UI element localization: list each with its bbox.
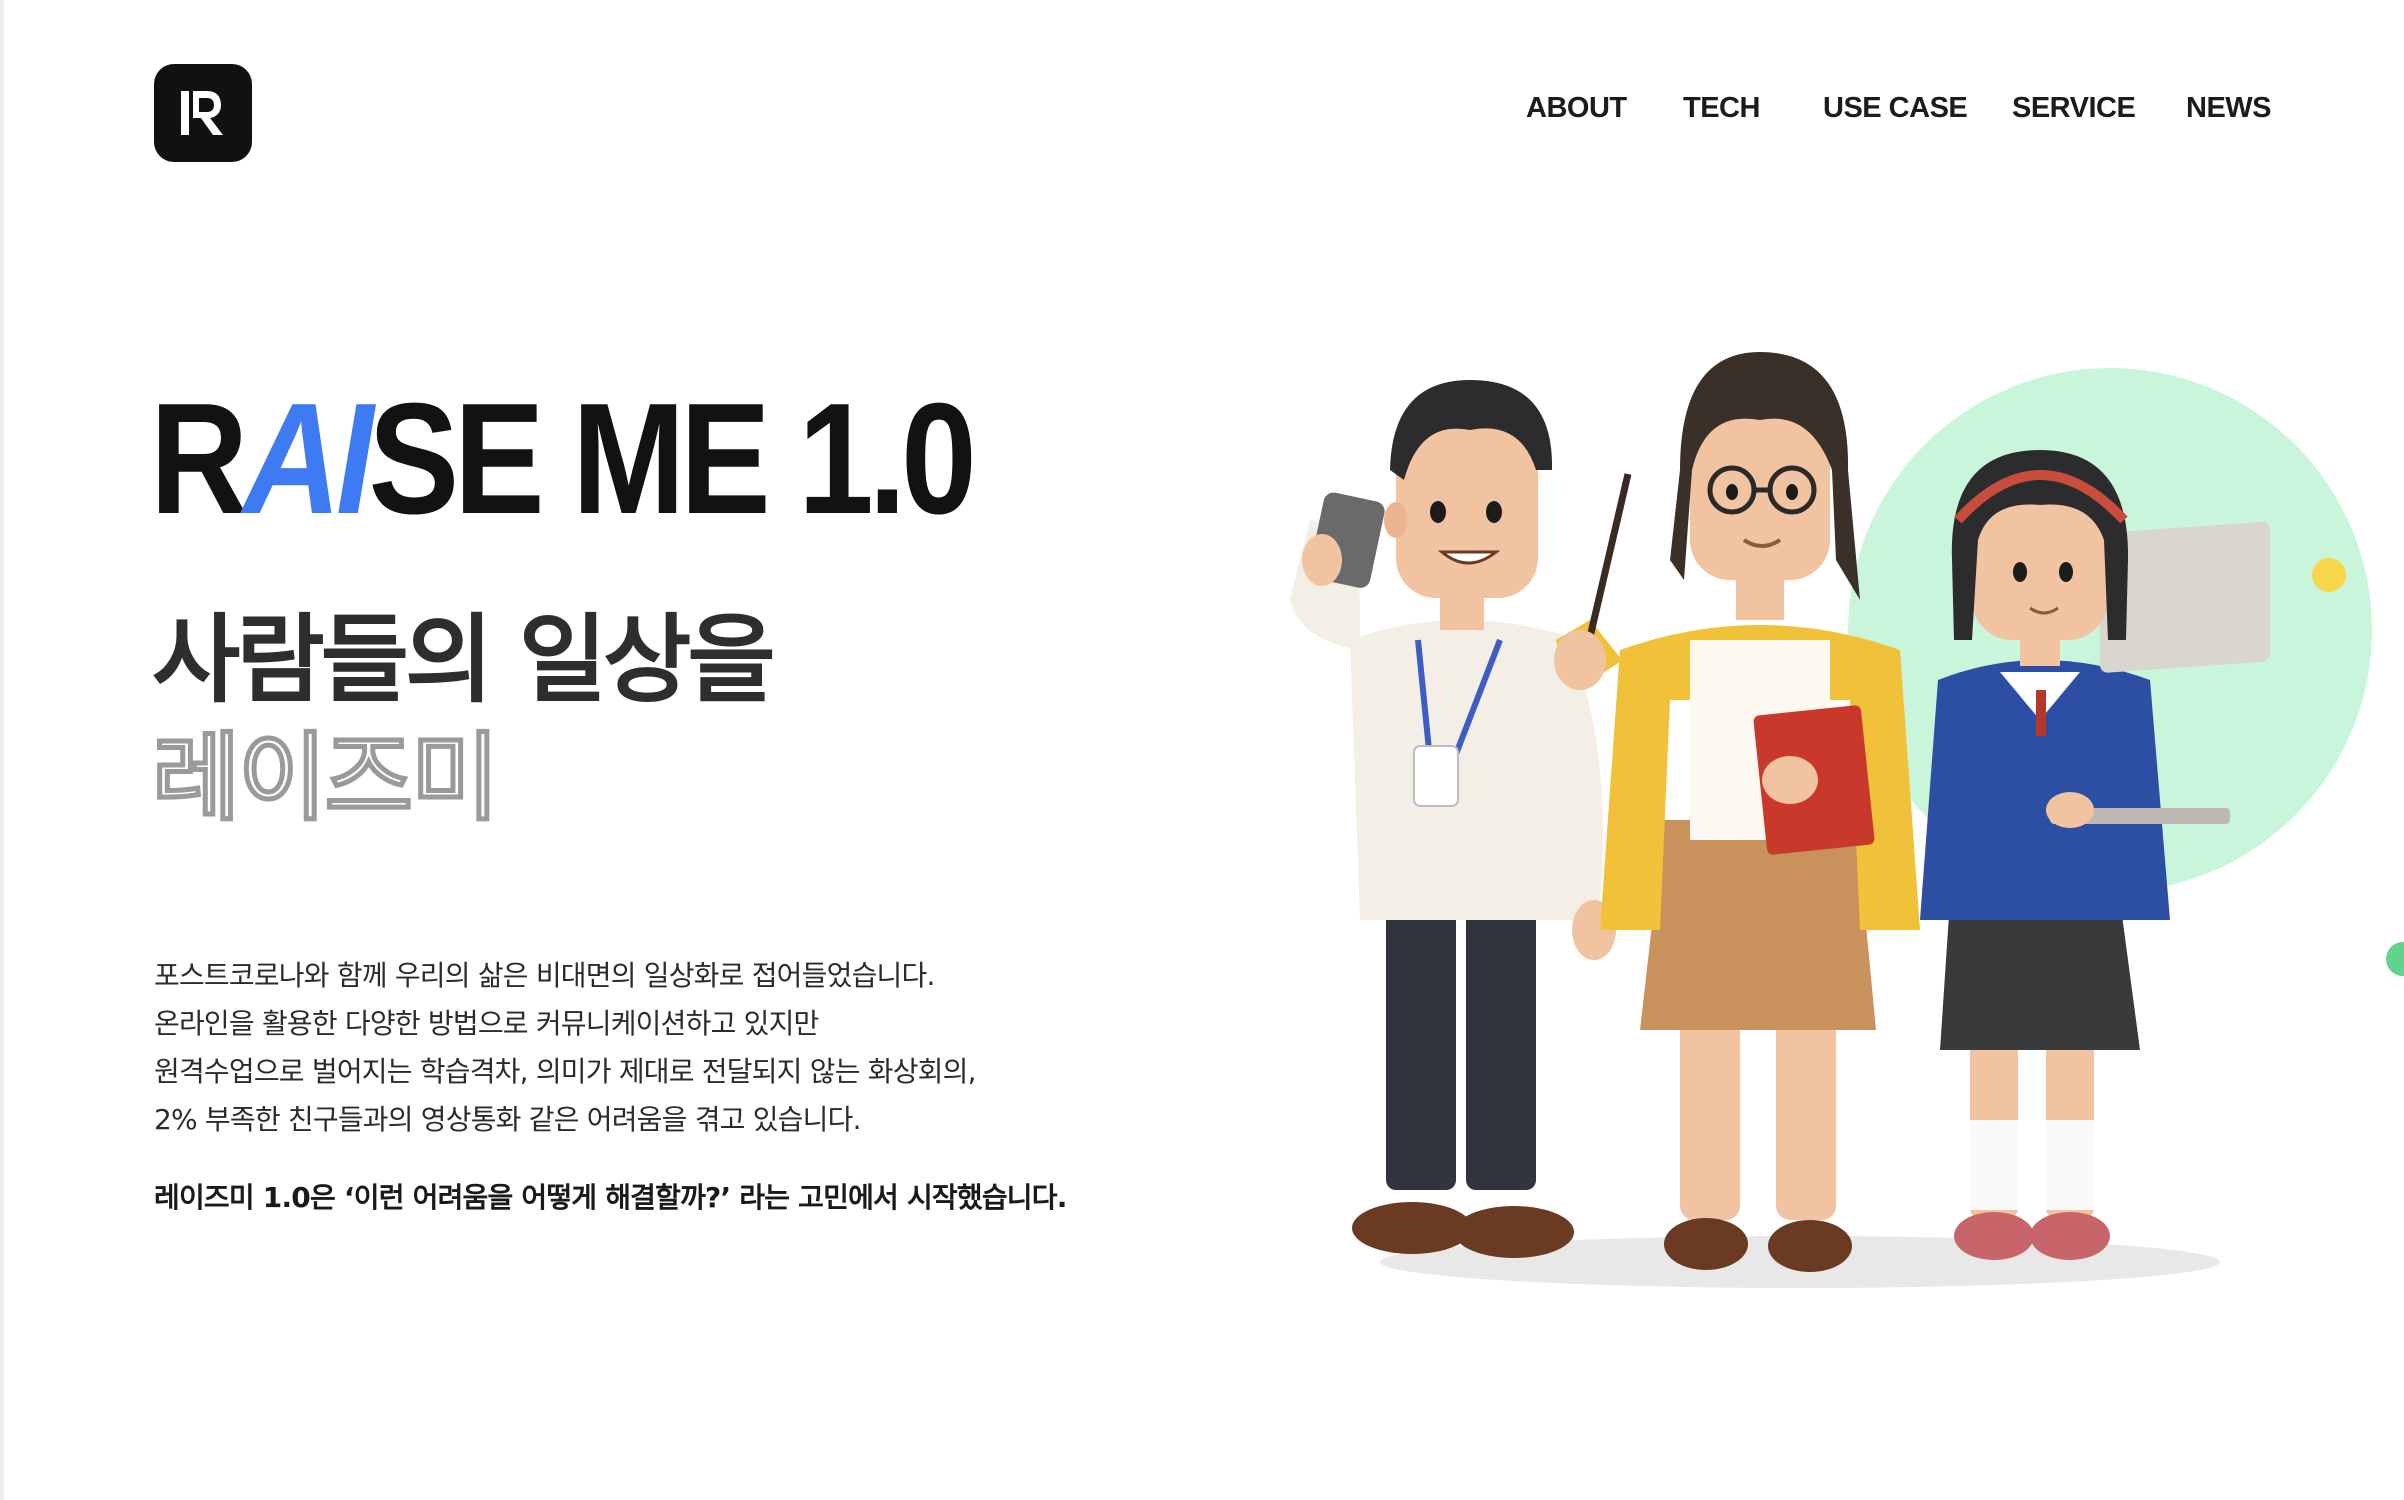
hero-headline-outline: 레이즈미: [151, 722, 500, 834]
hero-title: RAISE ME 1.0: [150, 380, 977, 538]
man-figure: [1290, 380, 1616, 1258]
page-edge: [0, 0, 4, 1500]
hero-title-part1: R: [150, 371, 248, 547]
hero-description: 포스트코로나와 함께 우리의 삶은 비대면의 일상화로 접어들었습니다. 온라인…: [154, 952, 1154, 1222]
nav-service[interactable]: SERVICE: [2012, 92, 2136, 125]
hero-headline: 사람들의 일상을: [152, 604, 776, 716]
nav-news[interactable]: NEWS: [2186, 92, 2272, 125]
description-line: 온라인을 활용한 다양한 방법으로 커뮤니케이션하고 있지만: [154, 1007, 819, 1040]
description-line: 원격수업으로 벌어지는 학습격차, 의미가 제대로 전달되지 않는 화상회의,: [154, 1055, 977, 1088]
nav-use-case[interactable]: USE CASE: [1823, 92, 1968, 125]
hero-title-ai: AI: [242, 371, 374, 547]
description-line: 포스트코로나와 함께 우리의 삶은 비대면의 일상화로 접어들었습니다.: [154, 959, 935, 992]
description-highlight: 레이즈미 1.0은 ‘이런 어려움을 어떻게 해결할까?’ 라는 고민에서 시작…: [154, 1181, 1067, 1214]
hero-illustration: [1290, 352, 2372, 1288]
nav-tech[interactable]: TECH: [1683, 92, 1760, 125]
nav-about[interactable]: ABOUT: [1526, 92, 1627, 125]
yellow-dot-decoration: [2312, 558, 2346, 592]
main-nav: ABOUT TECH USE CASE SERVICE NEWS: [0, 92, 2404, 132]
description-line: 2% 부족한 친구들과의 영상통화 같은 어려움을 겪고 있습니다.: [154, 1103, 861, 1136]
teacher-figure: [1554, 352, 1920, 1272]
hero-title-part2: SE ME 1.0: [368, 371, 977, 547]
